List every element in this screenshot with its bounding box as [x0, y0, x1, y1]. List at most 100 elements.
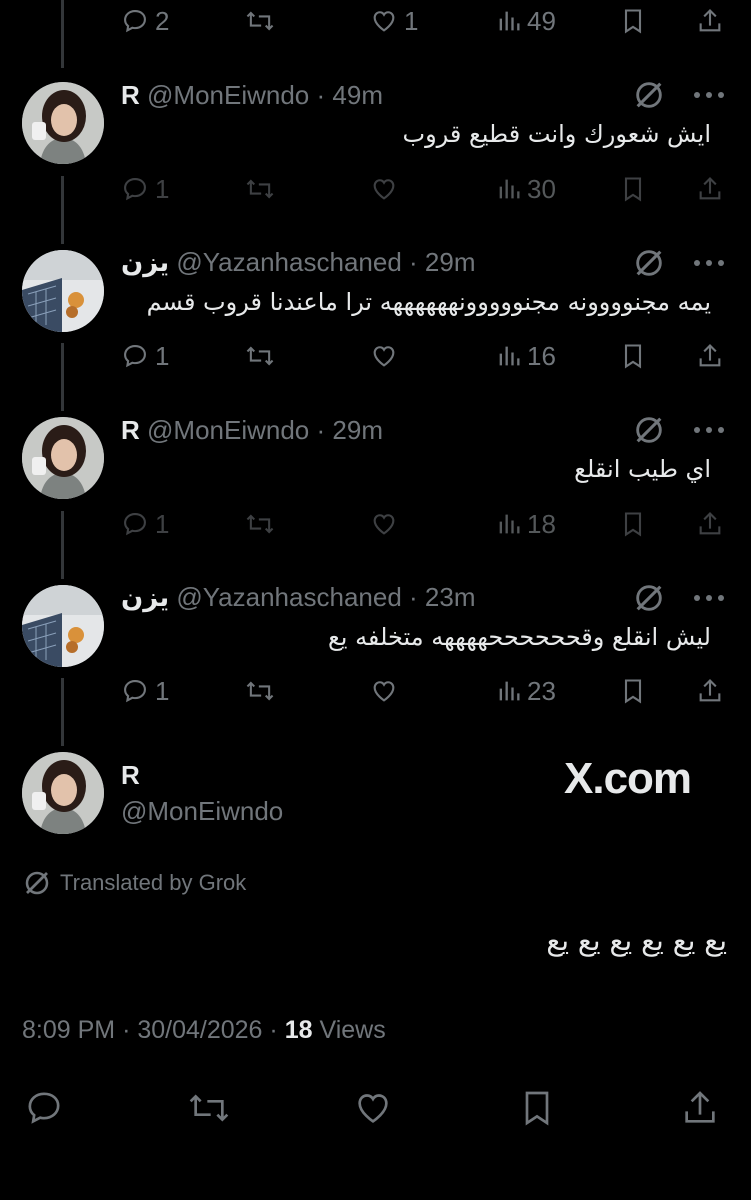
reply-icon: [124, 513, 146, 536]
reply-count: 1: [155, 340, 170, 371]
grok-icon: [636, 82, 662, 108]
post-date[interactable]: 30/04/2026: [137, 1016, 262, 1044]
display-name[interactable]: يزن: [121, 582, 169, 612]
share-button[interactable]: [696, 4, 724, 38]
avatar[interactable]: [22, 585, 104, 667]
views-icon: [499, 514, 520, 534]
profile-photo: [22, 752, 104, 834]
share-icon: [699, 512, 721, 535]
repost-icon: [246, 346, 274, 366]
share-button[interactable]: [696, 339, 724, 373]
handle[interactable]: @MonEiwndo: [147, 415, 309, 445]
bookmark-icon: [624, 177, 642, 202]
timestamp[interactable]: 29m: [332, 415, 383, 445]
reply-count: 1: [155, 173, 170, 204]
views-icon: [499, 346, 520, 366]
like-button[interactable]: [370, 674, 398, 708]
reply-button[interactable]: 1: [121, 172, 169, 206]
post-header: يزن @Yazanhaschaned · 23m: [121, 582, 476, 612]
reply-button[interactable]: [22, 1088, 66, 1128]
bookmark-icon: [624, 679, 642, 704]
like-button[interactable]: [370, 339, 398, 373]
bookmark-icon: [624, 344, 642, 369]
like-button[interactable]: [370, 507, 398, 541]
timestamp[interactable]: 49m: [332, 80, 383, 110]
heart-icon: [373, 179, 395, 200]
like-button[interactable]: [370, 172, 398, 206]
repost-button[interactable]: [244, 4, 276, 38]
repost-button[interactable]: [244, 674, 276, 708]
post-text: يع يع يع يع يع يع: [546, 924, 727, 957]
bookmark-button[interactable]: [620, 674, 646, 708]
repost-icon: [246, 681, 274, 701]
share-button[interactable]: [696, 172, 724, 206]
like-button[interactable]: [350, 1088, 396, 1128]
timestamp[interactable]: 29m: [425, 247, 476, 277]
timestamp[interactable]: 23m: [425, 582, 476, 612]
display-name[interactable]: R: [121, 415, 140, 445]
post-header: R @MonEiwndo · 29m: [121, 415, 383, 445]
repost-button[interactable]: [244, 172, 276, 206]
repost-button[interactable]: [244, 507, 276, 541]
reply-count: 2: [155, 5, 170, 36]
display-name[interactable]: R: [121, 760, 140, 791]
translated-by-grok[interactable]: Translated by Grok: [22, 868, 246, 898]
handle[interactable]: @MonEiwndo: [147, 80, 309, 110]
reply-icon: [28, 1092, 60, 1124]
grok-icon: [636, 417, 662, 443]
share-icon: [699, 9, 721, 32]
reply-button[interactable]: 1: [121, 339, 169, 373]
avatar[interactable]: [22, 250, 104, 332]
thread-line: [61, 0, 64, 68]
display-name[interactable]: يزن: [121, 247, 169, 277]
reply-button[interactable]: 1: [121, 674, 169, 708]
post-time[interactable]: 8:09 PM: [22, 1016, 115, 1044]
views-count: 30: [527, 173, 556, 204]
handle[interactable]: @Yazanhaschaned: [176, 247, 401, 277]
more-options-button[interactable]: [692, 256, 726, 275]
views-icon: [499, 11, 520, 31]
share-button[interactable]: [678, 1088, 722, 1128]
avatar[interactable]: [22, 417, 104, 499]
bookmark-button[interactable]: [620, 4, 646, 38]
handle[interactable]: @Yazanhaschaned: [176, 582, 401, 612]
grok-translate-button[interactable]: [632, 581, 666, 620]
grok-icon: [25, 871, 49, 895]
views-label: Views: [319, 1016, 386, 1044]
like-count: 1: [404, 5, 419, 36]
more-options-button[interactable]: [692, 591, 726, 610]
repost-button[interactable]: [244, 339, 276, 373]
share-button[interactable]: [696, 674, 724, 708]
grok-translate-button[interactable]: [632, 246, 666, 285]
reply-button[interactable]: 2: [121, 4, 169, 38]
avatar[interactable]: [22, 82, 104, 164]
display-name[interactable]: R: [121, 80, 140, 110]
views-button[interactable]: 49: [497, 4, 556, 38]
heart-icon: [373, 346, 395, 367]
reply-icon: [124, 680, 146, 703]
thread-line: [61, 678, 64, 746]
bookmark-button[interactable]: [620, 339, 646, 373]
grok-translate-button[interactable]: [632, 413, 666, 452]
bookmark-button[interactable]: [516, 1088, 558, 1128]
views-button[interactable]: 18: [497, 507, 556, 541]
views-button[interactable]: 16: [497, 339, 556, 373]
repost-button[interactable]: [184, 1088, 234, 1128]
handle[interactable]: @MonEiwndo: [121, 796, 283, 827]
grok-translate-button[interactable]: [632, 78, 666, 117]
post-text: ليش انقلع وقححححححههههه متخلفه يع: [327, 623, 711, 651]
share-button[interactable]: [696, 507, 724, 541]
share-icon: [699, 344, 721, 367]
reply-button[interactable]: 1: [121, 507, 169, 541]
like-button[interactable]: 1: [370, 4, 418, 38]
profile-photo: [22, 585, 104, 667]
avatar[interactable]: [22, 752, 104, 834]
more-options-button[interactable]: [692, 88, 726, 107]
share-icon: [699, 177, 721, 200]
bookmark-button[interactable]: [620, 507, 646, 541]
views-button[interactable]: 23: [497, 674, 556, 708]
views-button[interactable]: 30: [497, 172, 556, 206]
more-options-button[interactable]: [692, 423, 726, 442]
post-text: يمه مجنوووونه مجنووووونههههههه ترا ماعند…: [146, 288, 711, 316]
bookmark-button[interactable]: [620, 172, 646, 206]
